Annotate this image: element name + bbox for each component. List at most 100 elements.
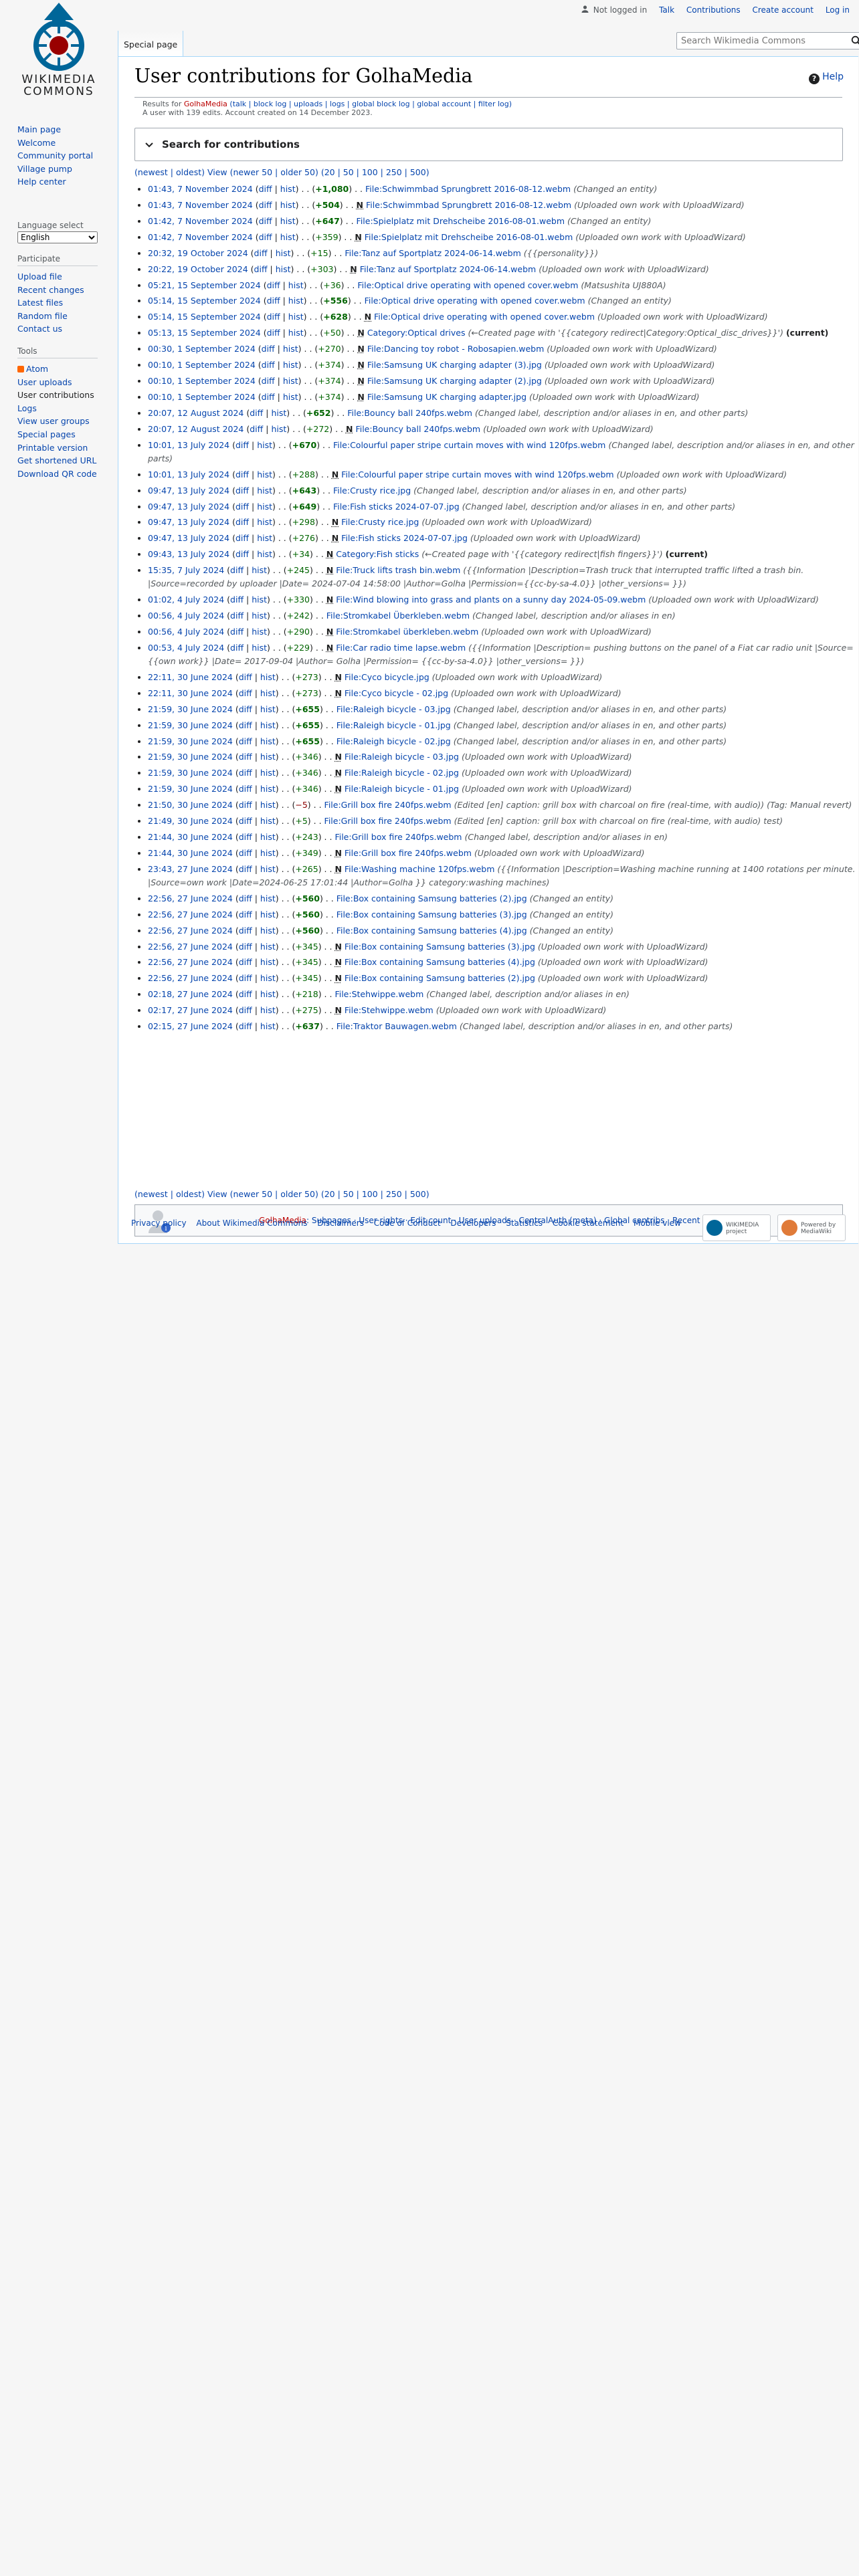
footer-disclaimers-link[interactable]: Disclaimers (317, 1218, 364, 1228)
diff-link[interactable]: diff (235, 533, 249, 543)
powered-by-mediawiki-badge[interactable]: Powered by MediaWiki (777, 1214, 846, 1241)
diff-link[interactable]: diff (262, 344, 275, 354)
hist-link[interactable]: hist (252, 595, 267, 605)
language-select[interactable]: English (17, 231, 98, 243)
page-title-link[interactable]: File:Raleigh bicycle - 02.jpg (337, 736, 451, 746)
pager-bottom[interactable]: (newest | oldest) View (newer 50 | older… (134, 1188, 430, 1200)
hist-link[interactable]: hist (260, 672, 276, 682)
diff-link[interactable]: diff (262, 360, 275, 370)
hist-link[interactable]: hist (280, 232, 296, 242)
chevron-down-icon[interactable] (145, 140, 154, 150)
contribution-date-link[interactable]: 20:22, 19 October 2024 (148, 264, 248, 274)
contribution-date-link[interactable]: 22:56, 27 June 2024 (148, 926, 233, 936)
contribution-date-link[interactable]: 05:14, 15 September 2024 (148, 296, 261, 306)
contribution-date-link[interactable]: 01:43, 7 November 2024 (148, 184, 253, 194)
contribution-date-link[interactable]: 02:18, 27 June 2024 (148, 989, 233, 999)
page-title-link[interactable]: File:Box containing Samsung batteries (3… (345, 942, 535, 952)
page-title-link[interactable]: File:Wind blowing into grass and plants … (336, 595, 646, 605)
hist-link[interactable]: hist (283, 360, 298, 370)
diff-link[interactable]: diff (239, 704, 252, 714)
help-link[interactable]: ? Help (809, 72, 844, 84)
sidebar-item-qr-code[interactable]: Download QR code (17, 469, 97, 479)
hist-link[interactable]: hist (271, 408, 286, 418)
page-title-link[interactable]: File:Raleigh bicycle - 02.jpg (345, 768, 459, 778)
footer-coc-link[interactable]: Code of Conduct (374, 1218, 441, 1228)
page-title-link[interactable]: File:Truck lifts trash bin.webm (336, 565, 460, 575)
contribution-date-link[interactable]: 22:56, 27 June 2024 (148, 893, 233, 903)
diff-link[interactable]: diff (239, 800, 252, 810)
hist-link[interactable]: hist (280, 184, 296, 194)
hist-link[interactable]: hist (257, 502, 272, 512)
hist-link[interactable]: hist (283, 392, 298, 402)
page-title-link[interactable]: File:Raleigh bicycle - 03.jpg (345, 752, 459, 762)
contribution-date-link[interactable]: 09:47, 13 July 2024 (148, 502, 229, 512)
tab-special-page[interactable]: Special page (118, 31, 184, 56)
page-title-link[interactable]: File:Bouncy ball 240fps.webm (347, 408, 472, 418)
contribution-date-link[interactable]: 00:56, 4 July 2024 (148, 611, 224, 621)
contributions-link[interactable]: Contributions (686, 5, 741, 15)
footer-statistics-link[interactable]: Statistics (506, 1218, 543, 1228)
contribution-date-link[interactable]: 20:07, 12 August 2024 (148, 408, 244, 418)
diff-link[interactable]: diff (239, 784, 252, 794)
diff-link[interactable]: diff (267, 296, 280, 306)
search-box[interactable] (676, 32, 859, 49)
sidebar-item-upload-file[interactable]: Upload file (17, 272, 62, 282)
page-title-link[interactable]: File:Colourful paper stripe curtain move… (333, 440, 605, 450)
page-title-link[interactable]: File:Traktor Bauwagen.webm (337, 1021, 457, 1031)
contribution-date-link[interactable]: 01:43, 7 November 2024 (148, 200, 253, 210)
hist-link[interactable]: hist (260, 816, 276, 826)
diff-link[interactable]: diff (230, 565, 244, 575)
diff-link[interactable]: diff (262, 392, 275, 402)
page-title-link[interactable]: File:Fish sticks 2024-07-07.jpg (341, 533, 468, 543)
diff-link[interactable]: diff (230, 595, 244, 605)
hist-link[interactable]: hist (260, 848, 276, 858)
page-title-link[interactable]: File:Samsung UK charging adapter (3).jpg (367, 360, 542, 370)
page-title-link[interactable]: File:Box containing Samsung batteries (2… (345, 973, 535, 983)
hist-link[interactable]: hist (252, 627, 267, 637)
contribution-date-link[interactable]: 22:11, 30 June 2024 (148, 672, 233, 682)
sidebar-item-village-pump[interactable]: Village pump (17, 164, 72, 174)
pager-top[interactable]: (newest | oldest) View (newer 50 | older… (134, 167, 430, 179)
diff-link[interactable]: diff (239, 720, 252, 730)
contribution-date-link[interactable]: 00:30, 1 September 2024 (148, 344, 256, 354)
diff-link[interactable]: diff (267, 280, 280, 290)
diff-link[interactable]: diff (250, 408, 263, 418)
page-title-link[interactable]: File:Raleigh bicycle - 01.jpg (345, 784, 459, 794)
page-title-link[interactable]: File:Box containing Samsung batteries (2… (337, 893, 527, 903)
hist-link[interactable]: hist (252, 643, 267, 653)
wikimedia-project-badge[interactable]: WIKIMEDIA project (702, 1214, 771, 1241)
hist-link[interactable]: hist (271, 424, 286, 434)
hist-link[interactable]: hist (288, 296, 304, 306)
sidebar-item-atom[interactable]: Atom (26, 364, 48, 374)
sidebar-item-main-page[interactable]: Main page (17, 124, 61, 134)
hist-link[interactable]: hist (288, 312, 304, 322)
page-title-link[interactable]: File:Dancing toy robot - Robosapien.webm (367, 344, 544, 354)
contribution-date-link[interactable]: 20:32, 19 October 2024 (148, 248, 248, 258)
hist-link[interactable]: hist (288, 328, 304, 338)
hist-link[interactable]: hist (260, 704, 276, 714)
diff-link[interactable]: diff (254, 248, 268, 258)
contribution-date-link[interactable]: 21:49, 30 June 2024 (148, 816, 233, 826)
diff-link[interactable]: diff (239, 736, 252, 746)
sidebar-item-latest-files[interactable]: Latest files (17, 298, 63, 308)
contribution-date-link[interactable]: 21:59, 30 June 2024 (148, 784, 233, 794)
footer-privacy-link[interactable]: Privacy policy (131, 1218, 187, 1228)
contribution-date-link[interactable]: 05:13, 15 September 2024 (148, 328, 261, 338)
site-logo[interactable]: WIKIMEDIA COMMONS (12, 0, 106, 107)
page-title-link[interactable]: Category:Fish sticks (336, 549, 419, 559)
contribution-date-link[interactable]: 22:56, 27 June 2024 (148, 942, 233, 952)
diff-link[interactable]: diff (262, 376, 275, 386)
diff-link[interactable]: diff (235, 517, 249, 527)
diff-link[interactable]: diff (254, 264, 268, 274)
contribution-date-link[interactable]: 22:11, 30 June 2024 (148, 688, 233, 698)
hist-link[interactable]: hist (260, 800, 276, 810)
contribution-date-link[interactable]: 20:07, 12 August 2024 (148, 424, 244, 434)
contribution-date-link[interactable]: 21:50, 30 June 2024 (148, 800, 233, 810)
contribution-date-link[interactable]: 02:17, 27 June 2024 (148, 1005, 233, 1015)
hist-link[interactable]: hist (257, 533, 272, 543)
hist-link[interactable]: hist (257, 469, 272, 479)
diff-link[interactable]: diff (235, 502, 249, 512)
hist-link[interactable]: hist (257, 486, 272, 496)
page-title-link[interactable]: File:Box containing Samsung batteries (4… (345, 957, 535, 967)
log-in-link[interactable]: Log in (826, 5, 850, 15)
